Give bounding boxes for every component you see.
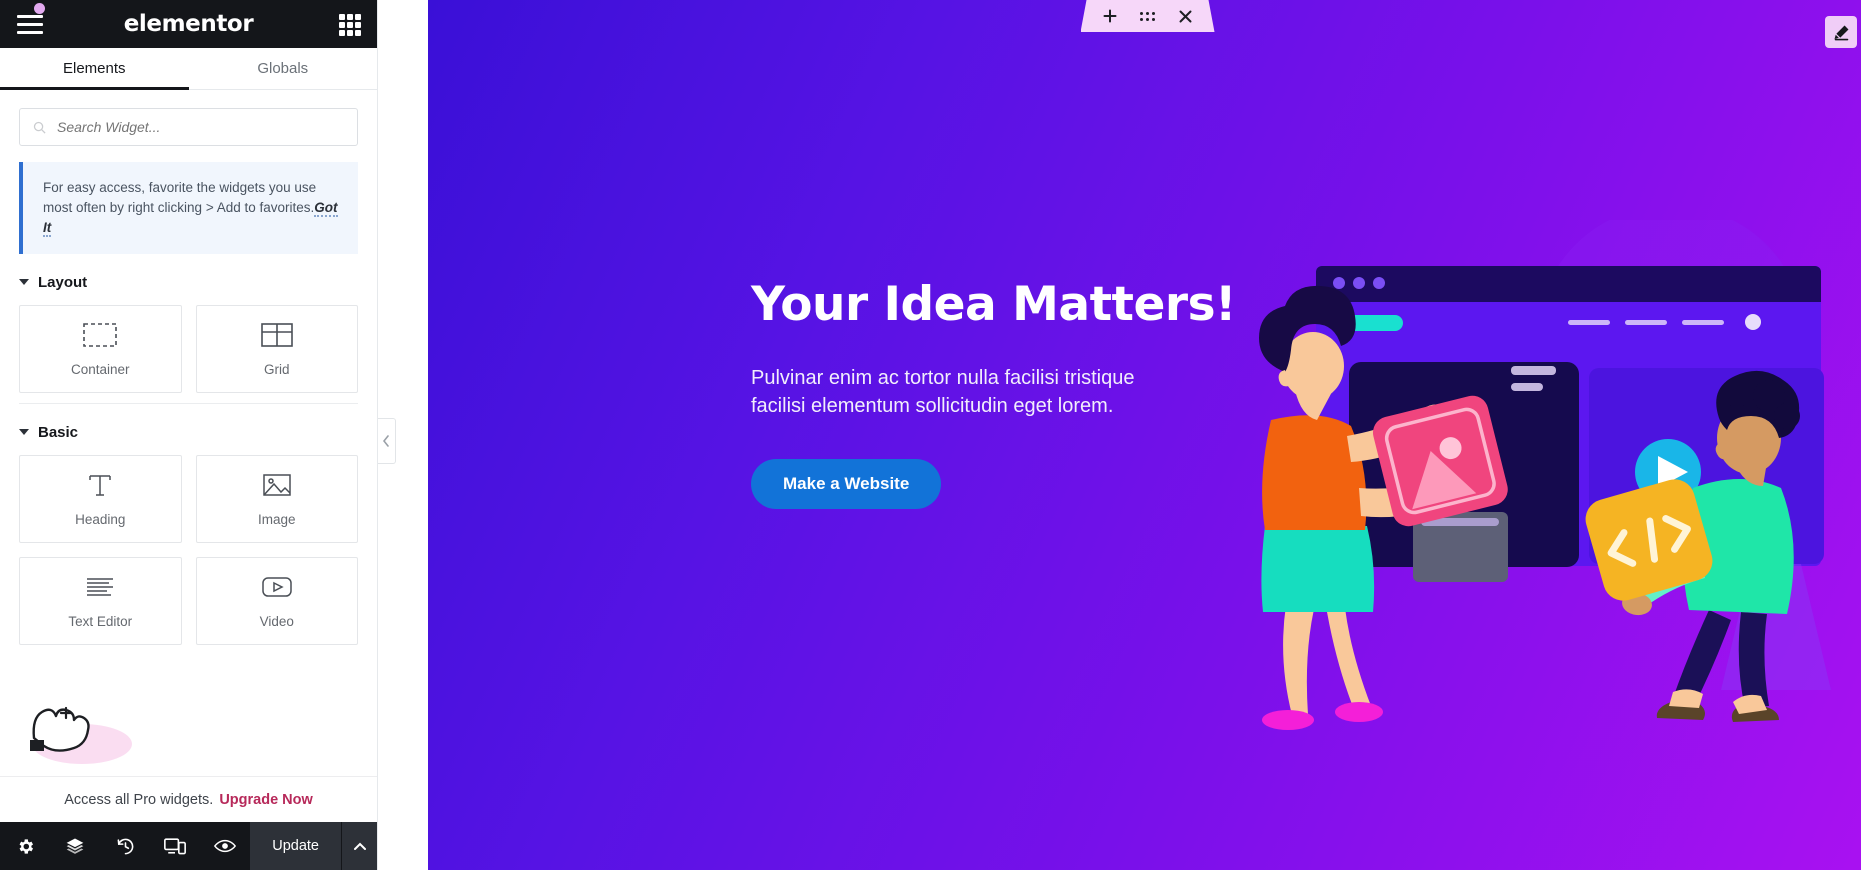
chevron-down-icon: [19, 429, 29, 436]
favorites-notice-area: For easy access, favorite the widgets yo…: [0, 146, 377, 254]
search-input[interactable]: [57, 119, 345, 135]
hero-block: Your Idea Matters! Pulvinar enim ac tort…: [751, 280, 1311, 509]
video-icon: [261, 572, 293, 602]
make-a-website-button[interactable]: Make a Website: [751, 458, 942, 509]
elementor-logo: elementor: [123, 11, 254, 37]
panel-collapse-handle[interactable]: [378, 418, 396, 464]
container-icon: [83, 320, 118, 350]
panel-tabs: Elements Globals: [0, 48, 377, 90]
image-icon: [263, 470, 291, 500]
drag-handle-icon[interactable]: [1139, 7, 1157, 25]
search-icon: [33, 121, 46, 134]
favorites-notice: For easy access, favorite the widgets yo…: [19, 162, 358, 254]
apps-grid-icon[interactable]: [339, 14, 361, 36]
edit-pencil-icon[interactable]: [1825, 16, 1857, 48]
elementor-editor: elementor Elements Globals For easy acce…: [0, 0, 1867, 870]
panel-header: elementor: [0, 0, 377, 48]
widget-video[interactable]: Video: [195, 556, 358, 645]
widget-text-editor[interactable]: Text Editor: [19, 556, 182, 645]
chevron-down-icon: [19, 279, 29, 286]
widget-grid-basic: Heading Image Text Editor Video: [19, 454, 358, 645]
pro-upgrade-bar: Access all Pro widgets. Upgrade Now: [0, 776, 377, 822]
widget-label: Image: [257, 512, 296, 528]
widget-label: Heading: [75, 512, 126, 528]
heading-icon: [86, 470, 114, 500]
hamburger-icon[interactable]: [12, 10, 48, 38]
widget-label: Container: [70, 362, 130, 378]
widget-grid-layout: Container Grid: [19, 304, 358, 393]
editor-panel: elementor Elements Globals For easy acce…: [0, 0, 378, 870]
widget-label: Video: [259, 614, 294, 630]
section-basic: Basic Heading Image Text Editor Video: [0, 404, 377, 645]
section-layout: Layout Container Grid: [0, 254, 377, 404]
grid-icon: [260, 320, 293, 350]
update-button[interactable]: Update: [250, 822, 341, 870]
search-area: [0, 90, 377, 146]
preview-eye-icon[interactable]: [200, 822, 250, 870]
settings-gear-icon[interactable]: [0, 822, 50, 870]
tab-globals[interactable]: Globals: [189, 48, 378, 89]
section-title-layout: Layout: [38, 273, 88, 291]
section-header-basic[interactable]: Basic: [19, 404, 358, 455]
add-section-button[interactable]: [1101, 7, 1119, 25]
navigator-layers-icon[interactable]: [50, 822, 100, 870]
canvas-right-gutter: [1861, 0, 1867, 870]
hero-paragraph[interactable]: Pulvinar enim ac tortor nulla facilisi t…: [751, 364, 1161, 421]
editor-canvas: Your Idea Matters! Pulvinar enim ac tort…: [378, 0, 1867, 870]
tab-elements[interactable]: Elements: [0, 48, 189, 90]
widget-label: Grid: [263, 362, 290, 378]
page-stage[interactable]: Your Idea Matters! Pulvinar enim ac tort…: [428, 0, 1867, 870]
search-box[interactable]: [19, 108, 358, 146]
widget-heading[interactable]: Heading: [19, 454, 182, 543]
hero-heading[interactable]: Your Idea Matters!: [751, 280, 1311, 330]
history-icon[interactable]: [100, 822, 150, 870]
chevron-up-icon[interactable]: [341, 822, 377, 870]
widget-container[interactable]: Container: [19, 304, 182, 393]
panel-footer: Update: [0, 822, 377, 870]
notice-text: For easy access, favorite the widgets yo…: [43, 180, 317, 215]
widget-label: Text Editor: [68, 614, 133, 630]
section-toolbar: [1081, 0, 1215, 32]
close-section-button[interactable]: [1177, 7, 1195, 25]
notification-dot-icon: [34, 3, 45, 14]
text-editor-icon: [85, 572, 115, 602]
section-title-basic: Basic: [38, 423, 79, 441]
responsive-mode-icon[interactable]: [150, 822, 200, 870]
pro-bar-text: Access all Pro widgets.: [64, 791, 214, 808]
section-header-layout[interactable]: Layout: [19, 254, 358, 305]
widgets-scroll-area[interactable]: Layout Container Grid Basic Heading Imag…: [0, 254, 377, 776]
widget-grid[interactable]: Grid: [195, 304, 358, 393]
widget-image[interactable]: Image: [195, 454, 358, 543]
web-design-team-illustration: [1241, 220, 1861, 740]
upgrade-now-link[interactable]: Upgrade Now: [219, 792, 312, 808]
